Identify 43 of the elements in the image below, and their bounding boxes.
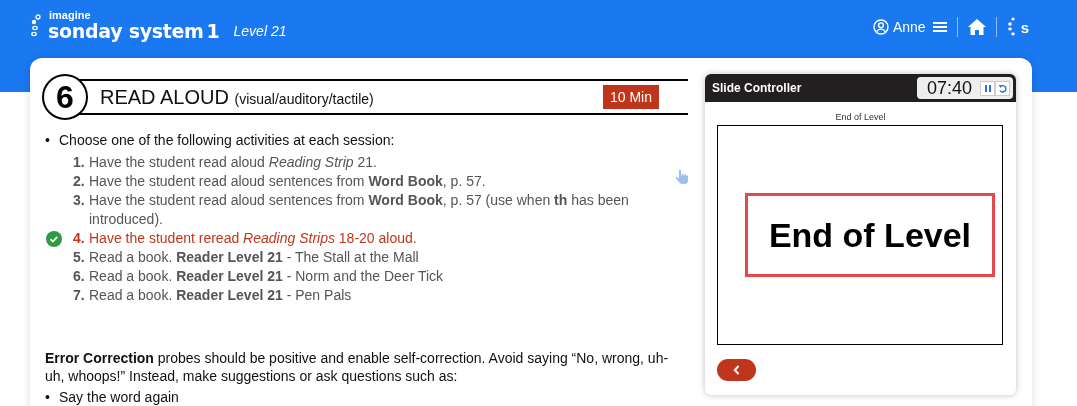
chevron-left-icon (733, 365, 740, 375)
activity-text: Read a book. Reader Level 21 - Pen Pals (89, 286, 353, 305)
activity-text: Have the student reread Reading Strips 18-20 aloud. (89, 229, 418, 248)
item-number: 4. (73, 229, 86, 248)
section-title: READ ALOUD (visual/auditory/tactile) (100, 85, 374, 109)
item-number: 3. (73, 191, 86, 210)
slide-caption: End of Level (835, 112, 886, 122)
logo-button[interactable]: s (1006, 17, 1029, 37)
pause-icon (984, 84, 991, 92)
home-icon[interactable] (967, 19, 986, 35)
brand-tagline: imagine (49, 10, 92, 21)
bullet: • (45, 390, 51, 405)
logo-swirl-icon (30, 14, 42, 38)
pause-button[interactable] (980, 80, 995, 96)
timer-display: 07:40 (926, 77, 972, 99)
error-correction-text: Error Correction probes should be positive and enable self-correction. Avoid saying “No, wrong, uh-uh, whoops!” Instead, make suggestions or ask questions such as: (45, 349, 670, 385)
item-number: 6. (73, 267, 86, 286)
item-number: 1. (73, 153, 86, 172)
menu-icon (932, 21, 947, 33)
activity-text: Have the student read aloud sentences from Word Book, p. 57 (use when th has been introduced). (89, 191, 630, 229)
logo-swirl-icon (1006, 17, 1017, 37)
panel-title: Slide Controller (712, 81, 802, 95)
reset-button[interactable] (995, 80, 1010, 96)
item-number: 2. (73, 172, 86, 191)
instruction-text: Choose one of the following activities at each session: (59, 132, 395, 149)
step-number: 6 (42, 74, 88, 120)
user-icon (872, 19, 889, 35)
brand-name: sonday system 1 (48, 22, 220, 41)
bullet: • (45, 132, 51, 149)
reset-icon (998, 83, 1007, 93)
level-label: Level 21 (233, 23, 287, 39)
item-number: 5. (73, 248, 86, 267)
item-number: 7. (73, 286, 86, 305)
hand-cursor-icon (675, 169, 689, 185)
duration-badge: 10 Min (602, 85, 659, 109)
activity-text: Have the student read aloud sentences from Word Book, p. 57. (89, 172, 487, 191)
user-menu-button[interactable]: Anne (872, 19, 947, 35)
suggestion-text: Say the word again (59, 390, 179, 405)
activity-text: Read a book. Reader Level 21 - Norm and the Deer Tick (89, 267, 445, 286)
activity-text: Read a book. Reader Level 21 - The Stall at the Mall (89, 248, 420, 267)
previous-slide-button[interactable] (717, 359, 756, 381)
activity-text: Have the student read aloud Reading Strip 21. (89, 153, 378, 172)
slide-text: End of Level (768, 215, 972, 255)
